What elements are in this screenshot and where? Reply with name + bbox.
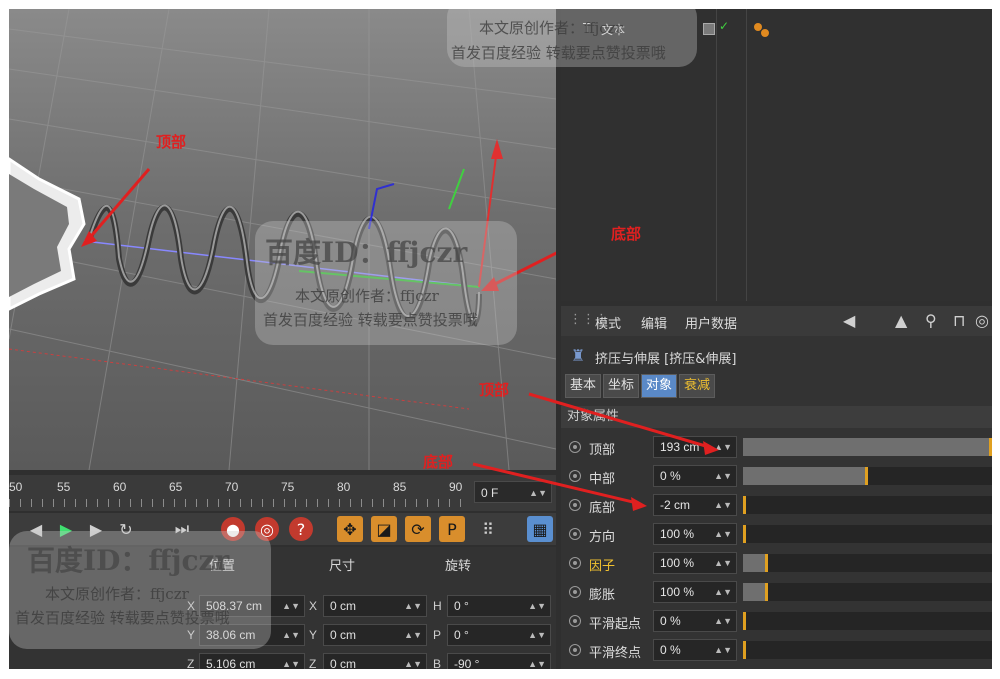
watermark-author: 本文原创作者：ffjczr bbox=[479, 19, 623, 37]
cinema4d-window: 顶部 50 55 60 65 70 75 80 85 90 0 F ▲▼ ◀ ▶… bbox=[9, 9, 992, 669]
watermark-author: 本文原创作者：ffjczr bbox=[45, 585, 189, 603]
watermark-publish: 首发百度经验 转载要点赞投票哦 bbox=[451, 44, 666, 62]
watermark-id: 百度ID：ffjczr bbox=[265, 236, 468, 269]
watermark-publish: 首发百度经验 转载要点赞投票哦 bbox=[263, 311, 478, 329]
watermark-id: 百度ID：ffjczr bbox=[27, 544, 230, 577]
watermark-publish: 首发百度经验 转载要点赞投票哦 bbox=[15, 609, 230, 627]
watermark-author: 本文原创作者：ffjczr bbox=[295, 287, 439, 305]
